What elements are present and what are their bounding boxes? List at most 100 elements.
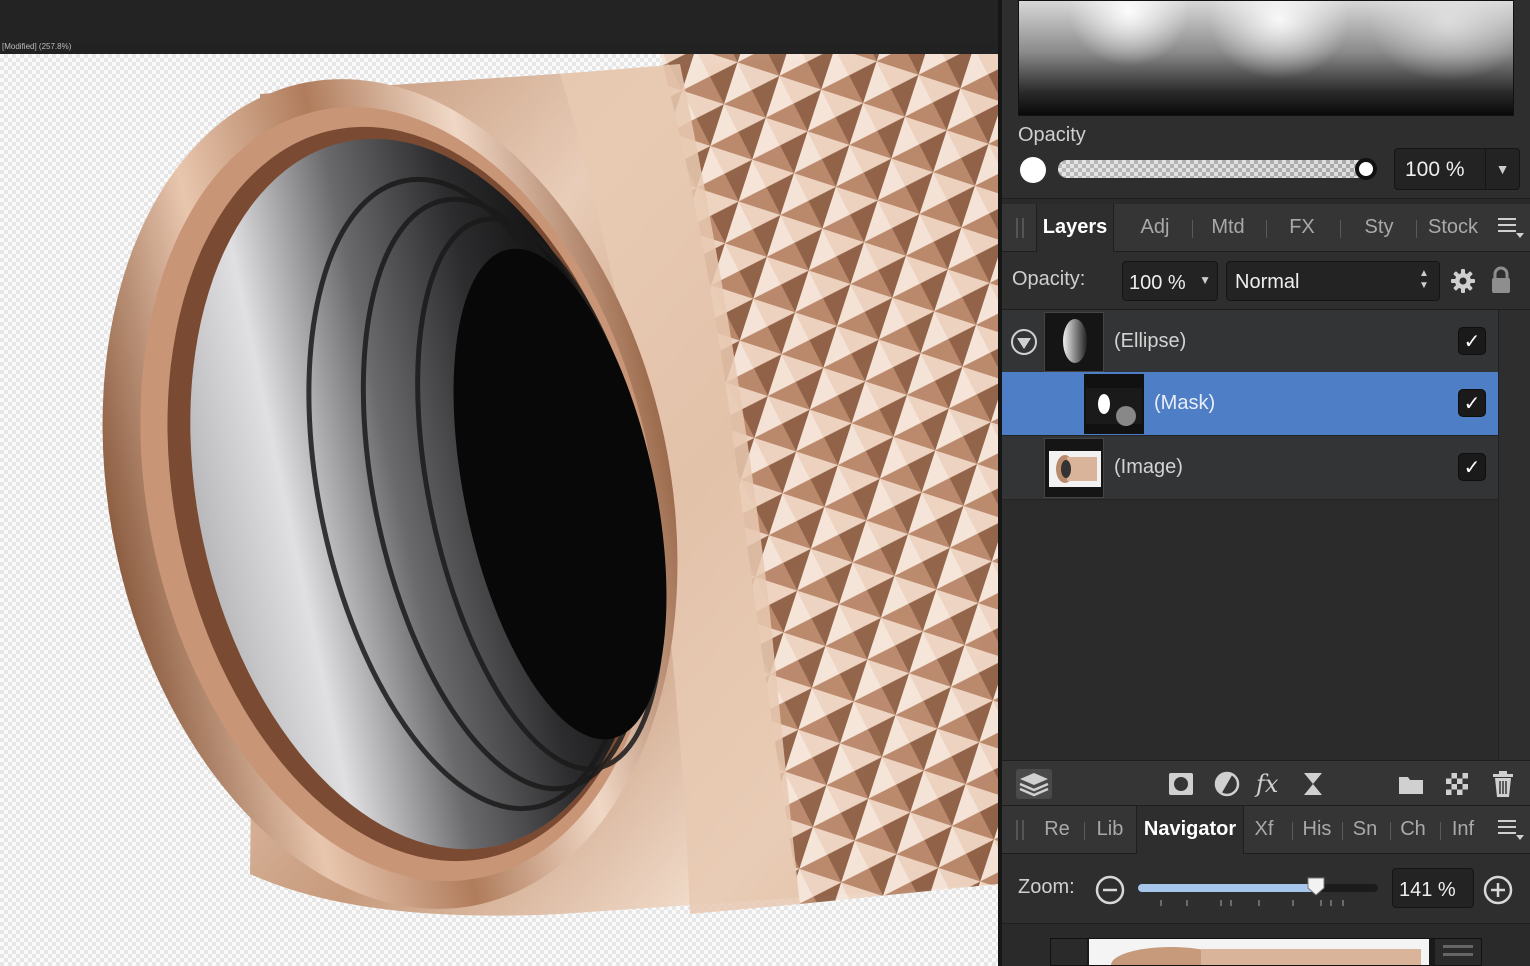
navigator-thumbnail [1051, 939, 1481, 965]
tab-navigator[interactable]: Navigator [1136, 806, 1244, 854]
lock-icon[interactable] [1490, 266, 1512, 294]
mask-layer-icon[interactable] [1166, 769, 1196, 799]
zoom-in-icon[interactable] [1482, 874, 1514, 906]
layers-toolbar: fx [1002, 760, 1530, 806]
knurled-fitting-image [102, 54, 998, 916]
updown-arrows-icon: ▲▼ [1419, 268, 1429, 291]
layer-name: (Mask) [1154, 392, 1216, 414]
tab-separator [1084, 822, 1085, 840]
zoom-slider-knob[interactable] [1306, 876, 1326, 896]
navigator-tab-bar: Re Lib Navigator Xf His Sn Ch Inf [1002, 806, 1530, 854]
zoom-tick [1186, 900, 1188, 906]
layer-controls: Opacity: 100 % ▼ Normal ▲▼ [1002, 252, 1530, 310]
color-swatch[interactable] [1020, 157, 1046, 183]
layer-opacity-value: 100 % [1129, 272, 1186, 294]
pixel-layer-icon[interactable] [1442, 769, 1472, 799]
tab-separator [1292, 822, 1293, 840]
brush-preview [1018, 0, 1514, 116]
layer-row-mask[interactable]: (Mask) ✓ [1002, 372, 1498, 436]
tab-channels[interactable]: Ch [1394, 806, 1432, 854]
brush-opacity-slider[interactable] [1058, 160, 1368, 178]
tab-metadata[interactable]: Mtd [1200, 204, 1256, 252]
tab-styles[interactable]: Sty [1350, 204, 1408, 252]
brush-opacity-field[interactable]: 100 % ▼ [1394, 148, 1520, 190]
live-filter-icon[interactable] [1298, 769, 1328, 799]
layer-opacity-label: Opacity: [1012, 268, 1086, 290]
tab-recent[interactable]: Re [1038, 806, 1076, 854]
chevron-down-icon[interactable]: ▼ [1485, 149, 1519, 189]
tab-effects[interactable]: FX [1274, 204, 1330, 252]
zoom-tick [1160, 900, 1162, 906]
layer-thumbnail [1044, 438, 1104, 498]
layers-scrollbar[interactable] [1498, 310, 1530, 760]
zoom-out-icon[interactable] [1094, 874, 1126, 906]
zoom-tick [1220, 900, 1222, 906]
zoom-tick [1342, 900, 1344, 906]
tab-separator [1342, 822, 1343, 840]
layer-stack-icon[interactable] [1016, 769, 1052, 799]
layer-thumbnail [1084, 374, 1144, 434]
tab-library[interactable]: Lib [1090, 806, 1130, 854]
canvas-top-strip [0, 0, 998, 44]
brush-opacity-value: 100 % [1405, 158, 1465, 181]
brush-opacity-slider-fill [1058, 160, 1368, 178]
document-canvas[interactable] [0, 54, 998, 966]
zoom-tick [1330, 900, 1332, 906]
layers-tab-bar: Layers Adj Mtd FX Sty Stock [1002, 204, 1530, 252]
zoom-tick [1320, 900, 1322, 906]
collapse-triangle-icon[interactable] [1010, 328, 1038, 356]
hamburger-menu-icon[interactable] [1498, 820, 1524, 840]
panel-grip-icon[interactable] [1016, 218, 1024, 238]
layer-row-image[interactable]: (Image) ✓ [1002, 436, 1498, 500]
brush-opacity-slider-knob[interactable] [1355, 158, 1377, 180]
brush-opacity-label: Opacity [1018, 124, 1086, 146]
zoom-tick [1292, 900, 1294, 906]
layer-thumbnail [1044, 312, 1104, 372]
document-tab-text[interactable]: [Modified] (257.8%) [0, 42, 71, 52]
tab-info[interactable]: Inf [1444, 806, 1482, 854]
tab-history[interactable]: His [1296, 806, 1338, 854]
adjustment-icon[interactable] [1212, 769, 1242, 799]
tab-adjustments[interactable]: Adj [1126, 204, 1184, 252]
layer-visibility-checkbox[interactable]: ✓ [1458, 453, 1486, 481]
blend-mode-value: Normal [1235, 271, 1300, 293]
layer-visibility-checkbox[interactable]: ✓ [1458, 389, 1486, 417]
layer-visibility-checkbox[interactable]: ✓ [1458, 327, 1486, 355]
zoom-value: 141 % [1399, 879, 1456, 901]
navigator-preview[interactable] [1050, 938, 1482, 966]
tab-separator [1416, 220, 1417, 238]
folder-icon[interactable] [1396, 769, 1426, 799]
hamburger-menu-icon[interactable] [1498, 218, 1524, 238]
layers-list: (Ellipse) ✓ (Mask) ✓ (Image) ✓ [1002, 310, 1498, 760]
zoom-value-field[interactable]: 141 % [1392, 868, 1474, 908]
tab-stock[interactable]: Stock [1422, 204, 1484, 252]
image-thumbnail-icon [1045, 439, 1103, 497]
layer-row-ellipse[interactable]: (Ellipse) ✓ [1002, 310, 1498, 374]
tab-snapshots[interactable]: Sn [1346, 806, 1384, 854]
zoom-slider-fill [1138, 884, 1316, 892]
blend-mode-select[interactable]: Normal ▲▼ [1226, 261, 1440, 301]
tab-separator [1340, 220, 1341, 238]
layer-opacity-field[interactable]: 100 % ▼ [1122, 261, 1218, 301]
panel-grip-icon[interactable] [1016, 820, 1024, 840]
studio-panel: Opacity 100 % ▼ Layers Adj Mtd FX Sty St… [1002, 0, 1530, 966]
zoom-label: Zoom: [1018, 876, 1075, 898]
tab-separator [1266, 220, 1267, 238]
tab-separator [1192, 220, 1193, 238]
gear-icon[interactable] [1450, 268, 1476, 294]
layer-name: (Image) [1114, 456, 1183, 478]
trash-icon[interactable] [1488, 769, 1518, 799]
zoom-controls: Zoom: 141 % [1002, 854, 1530, 924]
tab-transform[interactable]: Xf [1246, 806, 1282, 854]
tab-layers[interactable]: Layers [1036, 204, 1114, 252]
ellipse-thumbnail-icon [1045, 313, 1103, 371]
zoom-slider[interactable] [1138, 884, 1378, 892]
zoom-tick [1230, 900, 1232, 906]
zoom-tick [1258, 900, 1260, 906]
fx-icon[interactable]: fx [1254, 769, 1288, 799]
chevron-down-icon[interactable]: ▼ [1199, 273, 1211, 287]
navigator-area [1002, 924, 1530, 966]
tab-separator [1440, 822, 1441, 840]
mask-thumbnail-icon [1086, 376, 1142, 432]
layer-name: (Ellipse) [1114, 330, 1187, 352]
